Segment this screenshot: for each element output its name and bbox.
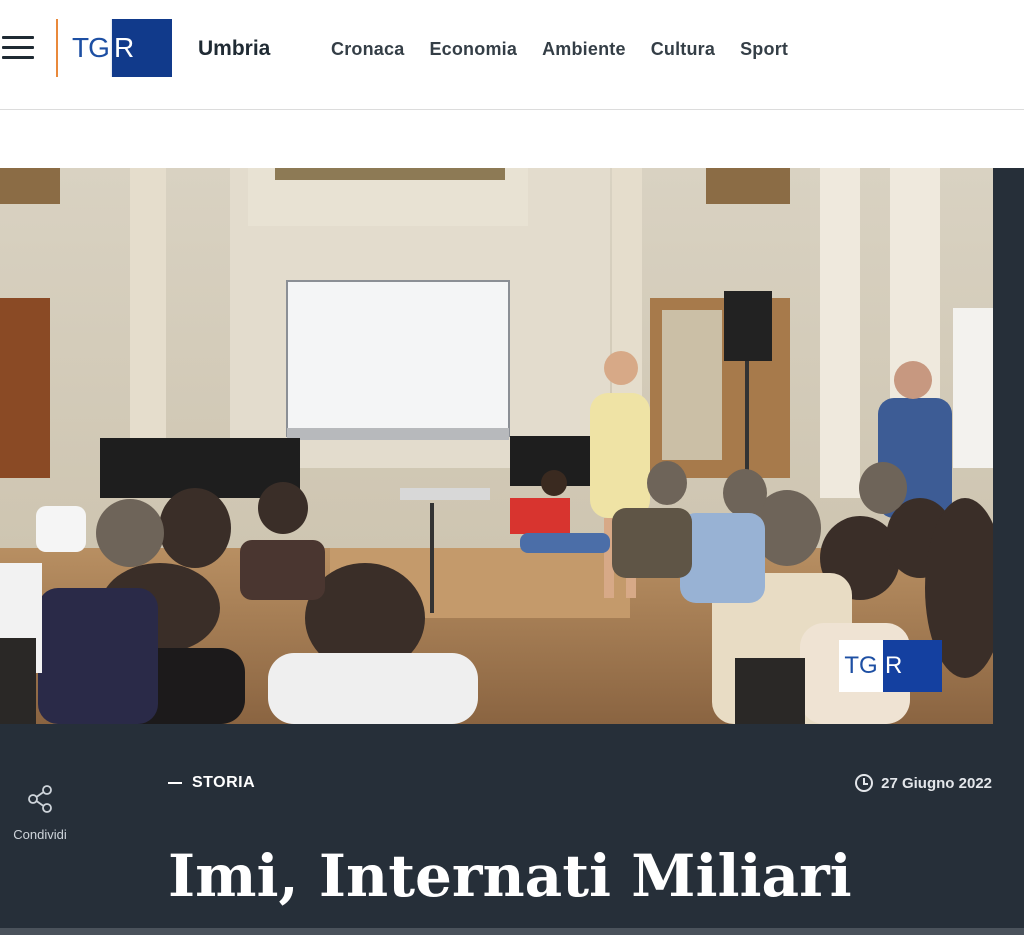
hamburger-menu-icon[interactable] <box>2 36 34 62</box>
region-title[interactable]: Umbria <box>198 37 270 61</box>
tgr-watermark: TG R <box>839 640 942 692</box>
nav-item-economia[interactable]: Economia <box>429 39 517 60</box>
article-date: 27 Giugno 2022 <box>855 774 992 792</box>
clock-icon <box>855 774 874 792</box>
site-header: TG R Umbria Cronaca Economia Ambiente Cu… <box>0 0 1024 110</box>
category-label: STORIA <box>192 774 256 791</box>
date-label: 27 Giugno 2022 <box>881 774 992 792</box>
logo-tg-text: TG <box>72 32 110 63</box>
header-divider <box>56 19 58 77</box>
share-label: Condividi <box>13 827 67 842</box>
nav-item-cronaca[interactable]: Cronaca <box>331 39 404 60</box>
tgr-logo[interactable]: TG R <box>72 19 172 77</box>
main-nav: Cronaca Economia Ambiente Cultura Sport <box>331 39 788 60</box>
hero-photo[interactable]: TG R <box>0 168 993 724</box>
logo-r-text: R <box>112 19 172 77</box>
nav-item-ambiente[interactable]: Ambiente <box>542 39 626 60</box>
watermark-r-text: R <box>883 640 942 692</box>
nav-item-sport[interactable]: Sport <box>740 39 788 60</box>
nav-item-cultura[interactable]: Cultura <box>651 39 715 60</box>
article-category[interactable]: STORIA <box>168 774 255 792</box>
category-dash <box>168 782 182 784</box>
share-button[interactable]: Condividi <box>0 784 80 842</box>
scroll-edge <box>0 928 1024 935</box>
share-icon <box>28 785 52 813</box>
article-title: Imi, Internati Miliari <box>168 842 852 910</box>
watermark-tg-text: TG <box>839 640 883 692</box>
